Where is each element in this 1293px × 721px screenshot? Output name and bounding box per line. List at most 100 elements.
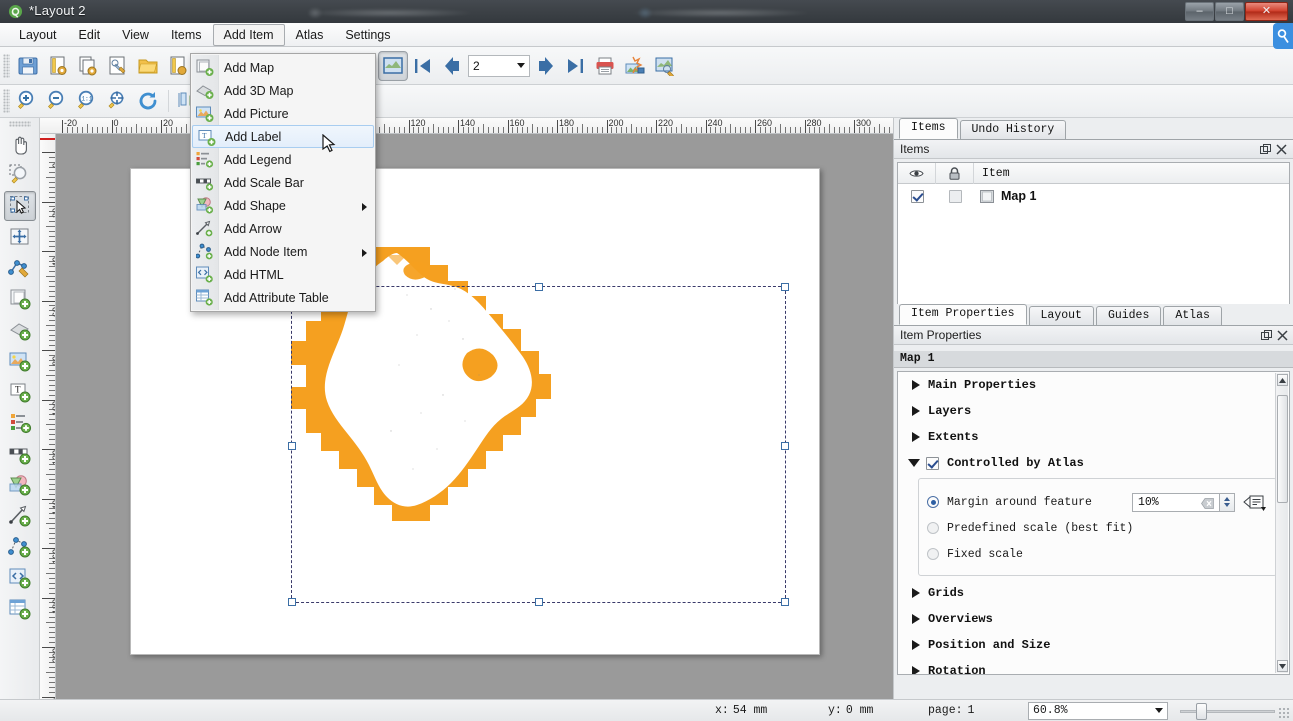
fixed-scale-radio[interactable] [927, 548, 939, 560]
add-node-item-button[interactable] [4, 532, 36, 562]
scroll-up-arrow[interactable] [1277, 374, 1288, 386]
resize-handle-bottom-left[interactable] [288, 598, 296, 606]
resize-handle-bottom-right[interactable] [781, 598, 789, 606]
tab-undo-history[interactable]: Undo History [959, 120, 1067, 139]
scrollbar-thumb[interactable] [1277, 395, 1288, 503]
layout-canvas[interactable] [56, 134, 893, 699]
visibility-checkbox[interactable] [910, 189, 924, 203]
atlas-settings-button[interactable] [650, 51, 680, 81]
add-picture-button[interactable] [4, 346, 36, 376]
menu-settings[interactable]: Settings [334, 24, 401, 46]
atlas-preview-toggle[interactable] [378, 50, 408, 81]
resize-handle-top-right[interactable] [781, 283, 789, 291]
new-layout-button[interactable] [43, 51, 73, 81]
clear-field-icon[interactable] [1201, 497, 1214, 509]
select-move-item-button[interactable] [3, 191, 36, 221]
section-main-properties[interactable]: Main Properties [898, 372, 1289, 398]
spinner-up-icon[interactable] [1224, 497, 1230, 501]
option-predefined-scale[interactable]: Predefined scale (best fit) [927, 515, 1268, 541]
resize-handle-middle-right[interactable] [781, 442, 789, 450]
lock-checkbox[interactable] [948, 189, 962, 203]
scroll-down-arrow[interactable] [1277, 660, 1288, 672]
menu-item-add-html[interactable]: Add HTML [191, 263, 375, 286]
add-shape-button[interactable] [4, 470, 36, 500]
menu-view[interactable]: View [111, 24, 160, 46]
move-item-content-button[interactable] [4, 222, 36, 252]
menu-item-add-arrow[interactable]: Add Arrow [191, 217, 375, 240]
atlas-next-feature-button[interactable] [530, 51, 560, 81]
add-map-button[interactable] [4, 284, 36, 314]
zoom-in-button[interactable] [13, 86, 43, 116]
maximize-button[interactable]: □ [1215, 2, 1244, 21]
menu-edit[interactable]: Edit [68, 24, 112, 46]
atlas-export-images-button[interactable] [620, 51, 650, 81]
menu-item-add-map[interactable]: Add Map [191, 56, 375, 79]
atlas-print-button[interactable] [590, 51, 620, 81]
items-dock-close-button[interactable] [1273, 142, 1289, 156]
menu-item-add-attribute-table[interactable]: Add Attribute Table [191, 286, 375, 309]
toolbox-grip[interactable] [8, 121, 31, 127]
duplicate-layout-button[interactable] [73, 51, 103, 81]
open-template-button[interactable] [133, 51, 163, 81]
atlas-last-feature-button[interactable] [560, 51, 590, 81]
items-dock-float-button[interactable] [1257, 142, 1273, 156]
refresh-view-button[interactable] [133, 86, 163, 116]
zoom-out-button[interactable] [43, 86, 73, 116]
tab-items[interactable]: Items [899, 118, 958, 139]
menu-layout[interactable]: Layout [8, 24, 68, 46]
nav-toolbar-grip[interactable] [3, 89, 10, 113]
option-margin-around-feature[interactable]: Margin around feature 10% [927, 489, 1268, 515]
row-lock-cell[interactable] [936, 189, 974, 203]
section-overviews[interactable]: Overviews [898, 606, 1289, 632]
row-visibility-cell[interactable] [898, 189, 936, 203]
minimize-button[interactable]: – [1185, 2, 1214, 21]
toolbar-grip[interactable] [3, 53, 10, 78]
menu-item-add-node-item[interactable]: Add Node Item [191, 240, 375, 263]
add-attribute-table-button[interactable] [4, 594, 36, 624]
items-list[interactable]: Item Map 1 [897, 162, 1290, 308]
add-arrow-button[interactable] [4, 501, 36, 531]
resize-handle-top-center[interactable] [535, 283, 543, 291]
menu-add-item[interactable]: Add Item [212, 23, 285, 46]
zoom-slider-handle[interactable] [1196, 702, 1207, 720]
save-template-button[interactable] [163, 51, 193, 81]
resize-handle-middle-left[interactable] [288, 442, 296, 450]
menu-item-add-picture[interactable]: Add Picture [191, 102, 375, 125]
save-layout-button[interactable] [13, 51, 43, 81]
section-rotation[interactable]: Rotation [898, 658, 1289, 674]
spinner-down-icon[interactable] [1224, 503, 1230, 507]
add-3d-map-button[interactable] [4, 315, 36, 345]
predefined-scale-radio[interactable] [927, 522, 939, 534]
menu-item-add-3d-map[interactable]: Add 3D Map [191, 79, 375, 102]
edit-nodes-button[interactable] [4, 253, 36, 283]
resize-handle-bottom-center[interactable] [535, 598, 543, 606]
tab-item-properties[interactable]: Item Properties [899, 304, 1027, 325]
properties-scrollbar[interactable] [1275, 373, 1288, 673]
menu-item-add-label[interactable]: T Add Label [192, 125, 374, 148]
tab-guides[interactable]: Guides [1095, 306, 1162, 325]
tab-atlas[interactable]: Atlas [1163, 306, 1222, 325]
properties-dock-close-button[interactable] [1274, 328, 1290, 342]
margin-spinner[interactable] [1220, 492, 1235, 512]
properties-scroll-area[interactable]: Main Properties Layers Extents Controlled … [897, 371, 1290, 675]
add-label-button[interactable]: T [4, 377, 36, 407]
layout-manager-button[interactable] [103, 51, 133, 81]
menu-item-add-shape[interactable]: Add Shape [191, 194, 375, 217]
close-button[interactable]: ✕ [1245, 2, 1288, 21]
zoom-slider[interactable] [1180, 702, 1275, 720]
section-position-and-size[interactable]: Position and Size [898, 632, 1289, 658]
add-scale-bar-button[interactable] [4, 439, 36, 469]
menu-atlas[interactable]: Atlas [285, 24, 335, 46]
atlas-first-feature-button[interactable] [408, 51, 438, 81]
menu-items[interactable]: Items [160, 24, 213, 46]
menu-item-add-scale-bar[interactable]: Add Scale Bar [191, 171, 375, 194]
margin-value-field[interactable]: 10% [1132, 492, 1220, 512]
atlas-feature-combo[interactable]: 2 [468, 54, 530, 77]
atlas-previous-feature-button[interactable] [438, 51, 468, 81]
map-item-selection-frame[interactable] [288, 283, 789, 606]
pan-layout-button[interactable] [4, 129, 36, 159]
zoom-tool-button[interactable] [4, 160, 36, 190]
add-legend-button[interactable] [4, 408, 36, 438]
help-badge-icon[interactable] [1273, 23, 1293, 49]
table-row[interactable]: Map 1 [898, 184, 1289, 208]
